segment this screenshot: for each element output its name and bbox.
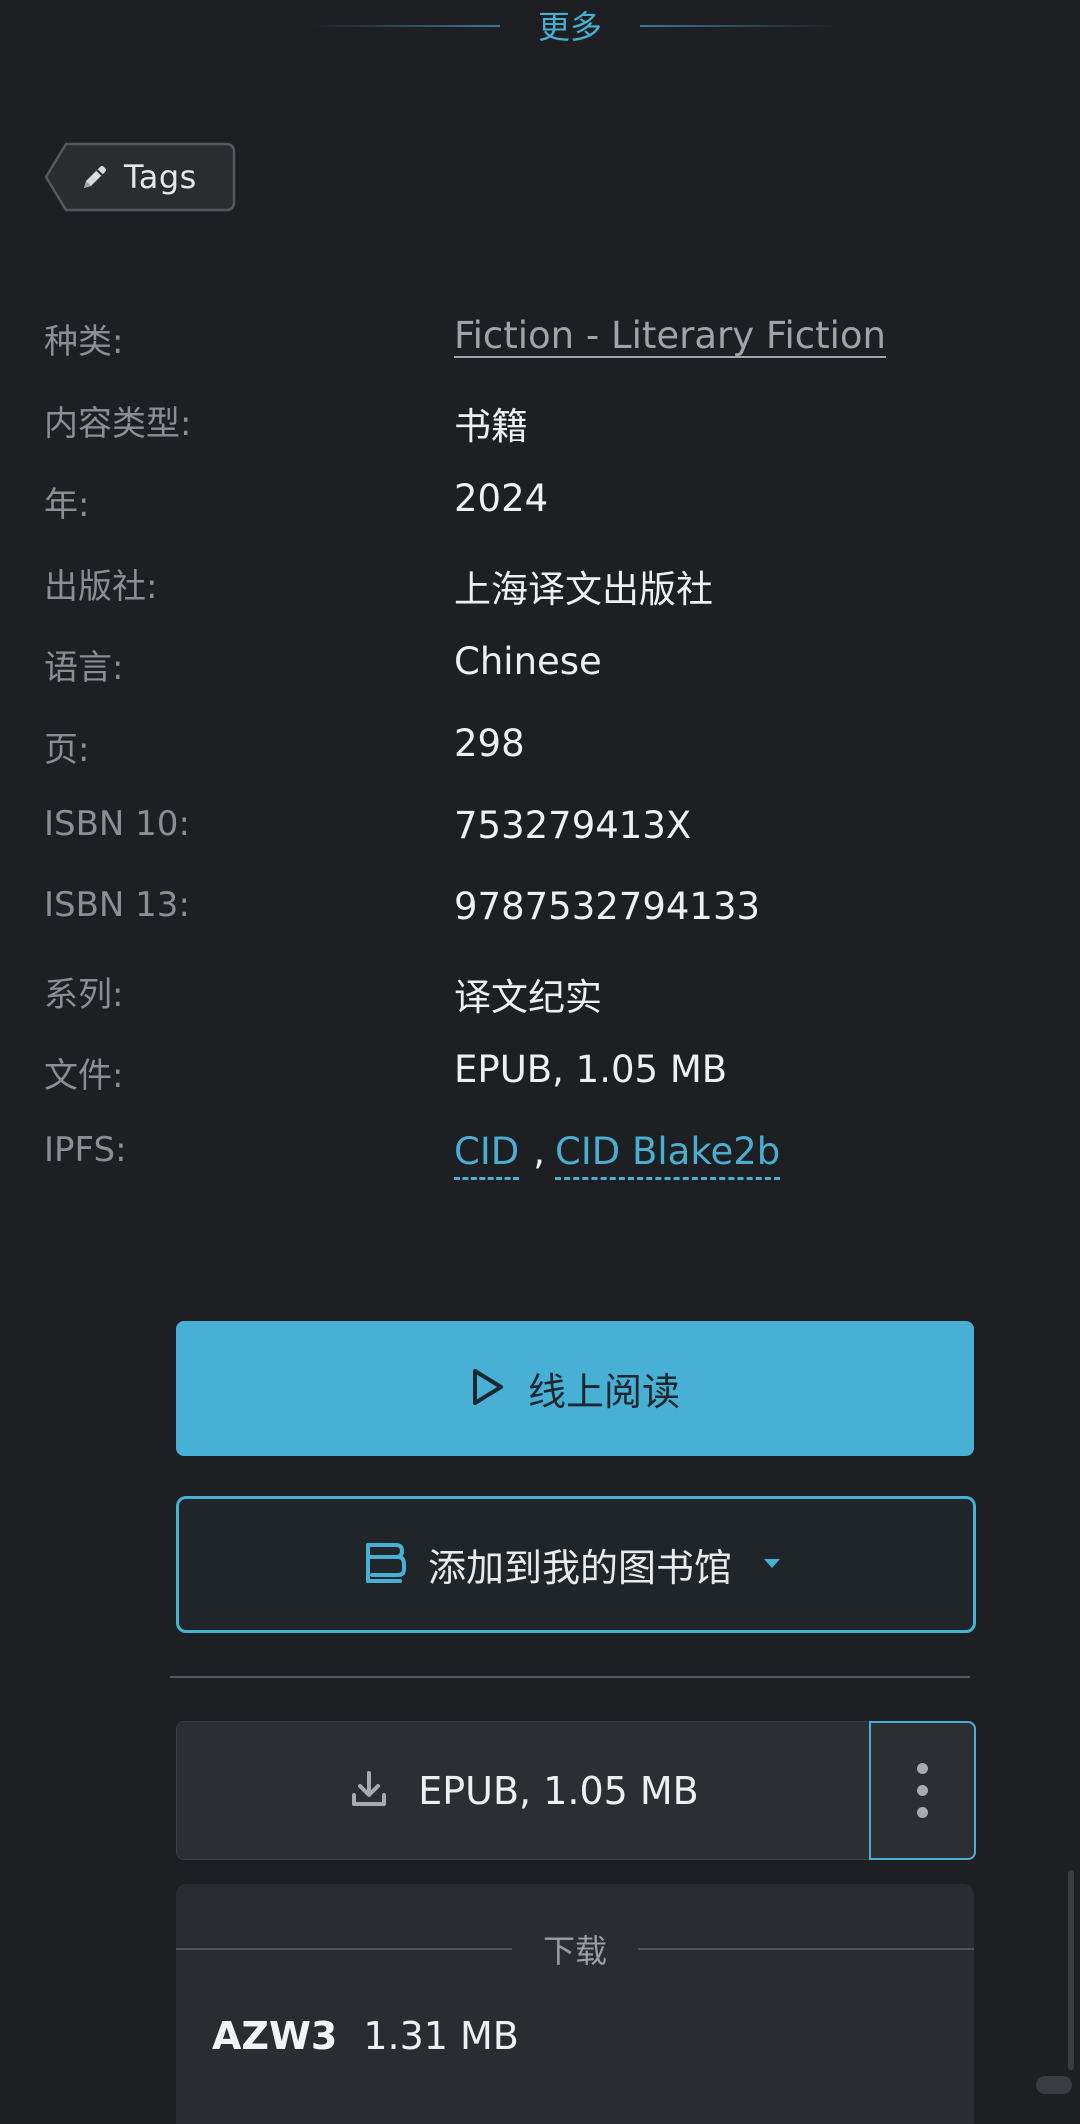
pencil-icon: [80, 162, 110, 192]
metadata-row-ipfs: IPFS: CID, CID Blake2b: [44, 1116, 1044, 1198]
library-icon: [360, 1539, 408, 1591]
metadata-label: 页:: [44, 729, 90, 770]
metadata-value: EPUB, 1.05 MB: [454, 1048, 728, 1092]
more-section-header: 更多: [0, 0, 1080, 52]
metadata-label: ISBN 13:: [44, 885, 190, 926]
more-header-label[interactable]: 更多: [500, 2, 640, 48]
add-to-library-label: 添加到我的图书馆: [427, 1546, 732, 1590]
metadata-value: 298: [454, 721, 525, 765]
metadata-row-category: 种类: Fiction - Literary Fiction: [44, 300, 1044, 382]
metadata-label: 种类:: [44, 322, 124, 362]
metadata-value: 2024: [454, 477, 549, 521]
cid-blake2b-link[interactable]: CID Blake2b: [555, 1129, 781, 1180]
metadata-label: 出版社:: [44, 566, 158, 607]
more-vertical-icon: [917, 1763, 928, 1774]
download-options-button[interactable]: [869, 1721, 976, 1860]
ipfs-links: CID, CID Blake2b: [454, 1129, 781, 1180]
download-epub-button[interactable]: EPUB, 1.05 MB: [176, 1721, 870, 1860]
metadata-value: 9787532794133: [454, 885, 761, 929]
download-panel-title: 下载: [542, 1932, 607, 1970]
metadata-row-series: 系列: 译文纪实: [44, 953, 1044, 1035]
tags-label: Tags: [124, 158, 197, 196]
download-epub-label: EPUB, 1.05 MB: [418, 1768, 699, 1813]
metadata-row-isbn10: ISBN 10: 753279413X: [44, 790, 1044, 872]
ipfs-separator: ,: [533, 1129, 546, 1173]
download-formats-panel: 下载 AZW3 1.31 MB: [176, 1884, 974, 2124]
book-metadata-list: 种类: Fiction - Literary Fiction 内容类型: 书籍 …: [44, 300, 1044, 1198]
add-to-library-button[interactable]: 添加到我的图书馆: [176, 1496, 976, 1633]
metadata-value: 753279413X: [454, 803, 692, 847]
metadata-label: 内容类型:: [44, 403, 192, 444]
metadata-label: ISBN 10:: [44, 803, 190, 844]
watermark-badge: [1036, 2076, 1072, 2094]
panel-title-line-right: [638, 1948, 974, 1950]
metadata-row-pages: 页: 298: [44, 708, 1044, 790]
read-online-button[interactable]: 线上阅读: [176, 1321, 974, 1456]
category-link[interactable]: Fiction - Literary Fiction: [454, 314, 886, 357]
read-online-label: 线上阅读: [527, 1370, 680, 1414]
metadata-value: Chinese: [454, 640, 602, 684]
metadata-label: 系列:: [44, 974, 124, 1015]
download-icon: [348, 1768, 390, 1814]
section-divider: [170, 1676, 970, 1678]
metadata-label: IPFS:: [44, 1129, 127, 1170]
metadata-row-publisher: 出版社: 上海译文出版社: [44, 545, 1044, 627]
metadata-label: 语言:: [44, 648, 124, 689]
play-icon: [470, 1367, 506, 1411]
metadata-value: 书籍: [454, 404, 528, 448]
cid-link[interactable]: CID: [454, 1129, 520, 1180]
more-header-line-left: [312, 25, 500, 27]
caret-down-icon: [752, 1551, 792, 1579]
metadata-row-file: 文件: EPUB, 1.05 MB: [44, 1034, 1044, 1116]
panel-title-line-left: [176, 1948, 512, 1950]
format-name: AZW3: [212, 2014, 338, 2058]
metadata-label: 年:: [44, 485, 90, 526]
format-size: 1.31 MB: [363, 2014, 519, 2058]
metadata-row-language: 语言: Chinese: [44, 626, 1044, 708]
metadata-value: 上海译文出版社: [454, 567, 713, 611]
metadata-row-year: 年: 2024: [44, 463, 1044, 545]
format-item-azw3[interactable]: AZW3 1.31 MB: [212, 2014, 519, 2058]
tags-button[interactable]: Tags: [44, 142, 236, 212]
metadata-label: 文件:: [44, 1056, 124, 1097]
more-header-line-right: [640, 25, 836, 27]
metadata-row-isbn13: ISBN 13: 9787532794133: [44, 871, 1044, 953]
metadata-value: 译文纪实: [454, 975, 602, 1019]
scrollbar[interactable]: [1068, 1870, 1074, 2070]
metadata-row-content-type: 内容类型: 书籍: [44, 382, 1044, 464]
